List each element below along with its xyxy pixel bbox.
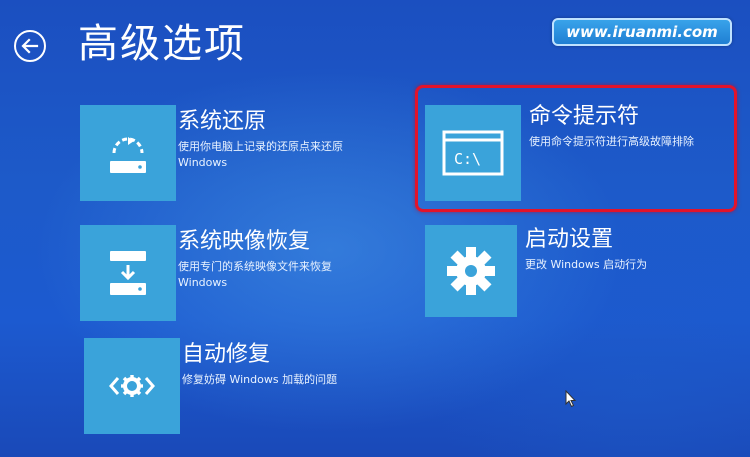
option-desc: 更改 Windows 启动行为 [525, 258, 648, 271]
repair-icon [109, 375, 155, 397]
option-desc: 使用你电脑上记录的还原点来还原 [178, 140, 343, 153]
page-title: 高级选项 [78, 21, 246, 67]
option-name: 启动设置 [525, 227, 614, 252]
option-name: 系统映像恢复 [178, 229, 311, 254]
option-system-image-recovery[interactable]: 系统映像恢复 使用专门的系统映像文件来恢复 Windows [80, 225, 380, 321]
watermark-logo: www.iruanmi.com [552, 18, 732, 46]
option-desc-line2: Windows [178, 276, 228, 289]
gear-icon [447, 247, 495, 295]
mouse-cursor-icon [565, 390, 577, 408]
tile-system-image-recovery [80, 225, 176, 321]
back-button[interactable] [14, 30, 46, 62]
option-system-restore[interactable]: 系统还原 使用你电脑上记录的还原点来还原 Windows [80, 105, 380, 201]
option-name: 自动修复 [182, 342, 271, 367]
tile-command-prompt: C:\ [425, 105, 521, 201]
option-desc: 使用专门的系统映像文件来恢复 [178, 260, 332, 273]
option-startup-settings[interactable]: 启动设置 更改 Windows 启动行为 [425, 225, 730, 321]
option-name: 系统还原 [178, 109, 267, 134]
tile-startup-settings [425, 225, 517, 317]
option-name: 命令提示符 [529, 104, 640, 129]
tile-startup-repair [84, 338, 180, 434]
image-recovery-icon [110, 251, 146, 295]
option-startup-repair[interactable]: 自动修复 修复妨碍 Windows 加载的问题 [84, 338, 384, 434]
command-prompt-icon: C:\ [442, 130, 504, 176]
option-desc-line2: Windows [178, 156, 228, 169]
option-desc: 使用命令提示符进行高级故障排除 [529, 135, 694, 148]
restore-icon [110, 137, 146, 173]
tile-system-restore [80, 105, 176, 201]
option-desc: 修复妨碍 Windows 加载的问题 [182, 373, 338, 386]
back-arrow-icon [21, 38, 39, 54]
option-command-prompt[interactable]: C:\ 命令提示符 使用命令提示符进行高级故障排除 [425, 104, 730, 201]
command-prompt-icon-text: C:\ [454, 150, 481, 168]
